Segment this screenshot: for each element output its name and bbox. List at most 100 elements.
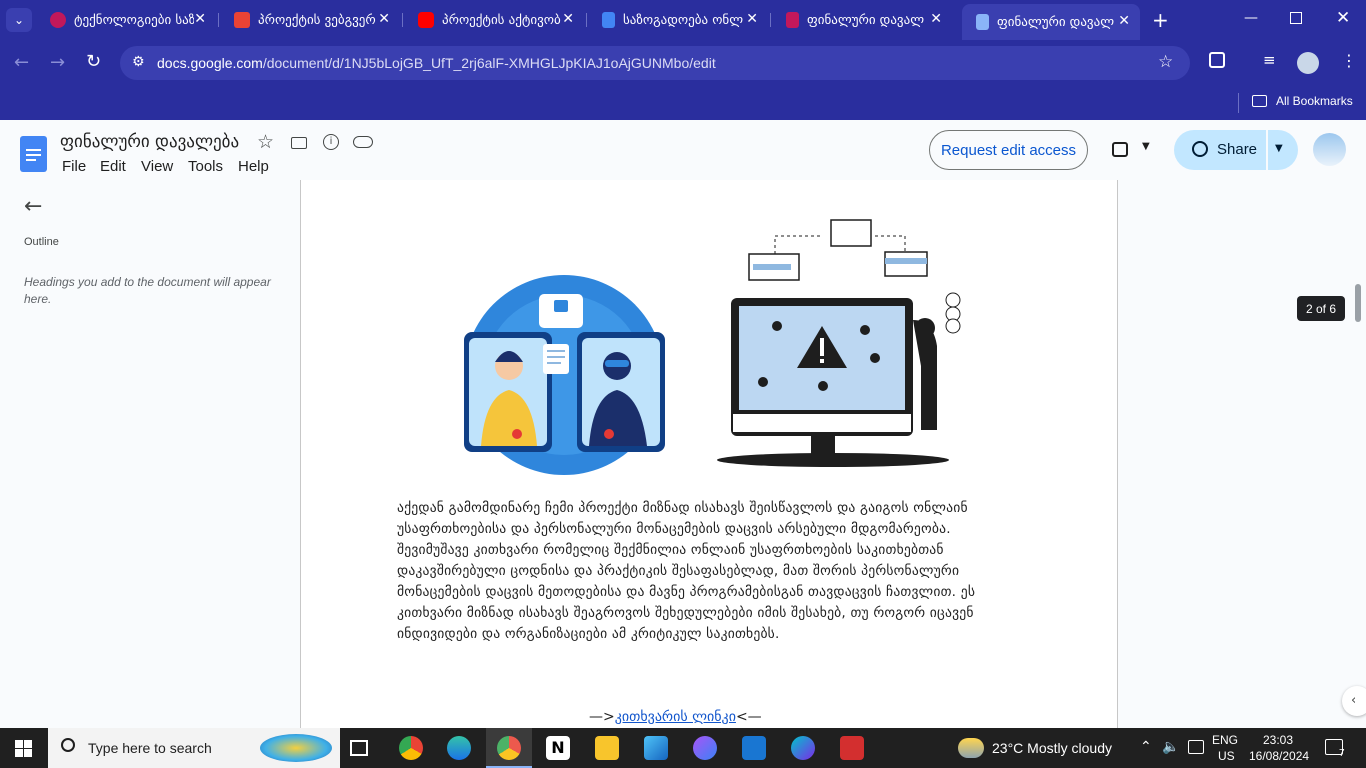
url-text: docs.google.com/document/d/1NJ5bLojGB_Uf… <box>157 55 716 71</box>
close-icon[interactable]: ✕ <box>378 11 390 27</box>
browser-tab-strip: ⌄ ტექნოლოგიები საზ ✕ პროექტის ვებგვერ ✕ … <box>0 0 1366 40</box>
document-title[interactable]: ფინალური დავალება <box>60 132 239 152</box>
browser-tab[interactable]: ფინალური დავალ ✕ <box>772 6 952 34</box>
docs-logo-icon[interactable] <box>20 136 47 172</box>
browser-toolbar: ← → ↻ ⚙ docs.google.com/document/d/1NJ5b… <box>0 40 1366 86</box>
close-window-button[interactable]: ✕ <box>1336 8 1350 28</box>
docs-icon <box>602 12 615 28</box>
site-info-icon[interactable]: ⚙ <box>132 54 145 70</box>
online-privacy-illustration <box>464 275 665 475</box>
messenger-icon[interactable] <box>693 736 717 760</box>
tab-title: პროექტის აქტივობ <box>442 12 561 28</box>
notification-count: 7 <box>1339 748 1345 759</box>
tab-title: პროექტის ვებგვერ <box>258 12 376 28</box>
folder-icon <box>1252 95 1267 107</box>
tab-title: საზოგადოება ონლა <box>623 12 743 28</box>
close-icon[interactable]: ✕ <box>746 11 758 27</box>
docs-icon <box>976 14 989 30</box>
menu-help[interactable]: Help <box>238 158 269 175</box>
chrome-icon[interactable] <box>399 736 423 760</box>
back-button[interactable]: ← <box>14 52 29 73</box>
notion-icon[interactable]: N <box>546 736 570 760</box>
active-app-highlight <box>486 728 532 768</box>
back-arrow-icon[interactable]: ← <box>24 194 42 219</box>
store-icon[interactable] <box>742 736 766 760</box>
browser-tab-active[interactable]: ფინალური დავალ ✕ <box>962 4 1140 40</box>
windows-start-icon[interactable] <box>15 740 32 757</box>
language-bottom[interactable]: US <box>1218 749 1235 763</box>
move-folder-icon[interactable] <box>291 137 307 149</box>
clock-date[interactable]: 16/08/2024 <box>1249 749 1309 763</box>
taskbar-search-box[interactable]: Type here to search <box>48 728 340 768</box>
scrollbar-thumb[interactable] <box>1355 284 1361 322</box>
menu-edit[interactable]: Edit <box>100 158 126 175</box>
link-prefix: —> <box>589 709 615 725</box>
language-top[interactable]: ENG <box>1212 733 1238 747</box>
browser-tab[interactable]: პროექტის აქტივობ ✕ <box>404 6 584 34</box>
menu-file[interactable]: File <box>62 158 86 175</box>
clock-time[interactable]: 23:03 <box>1263 733 1293 747</box>
reload-button[interactable]: ↻ <box>86 51 101 72</box>
task-view-icon[interactable] <box>350 740 368 756</box>
address-bar[interactable]: ⚙ docs.google.com/document/d/1NJ5bLojGB_… <box>120 46 1190 80</box>
url-path: /document/d/1NJ5bLojGB_UfT_2rj6alF-XMHGL… <box>262 55 716 71</box>
all-bookmarks-link[interactable]: All Bookmarks <box>1276 94 1353 108</box>
share-button[interactable]: Share ▼ <box>1174 130 1298 170</box>
canva-icon[interactable] <box>791 736 815 760</box>
close-icon[interactable]: ✕ <box>1118 13 1130 29</box>
questionnaire-link[interactable]: კითხვარის ლინკი <box>615 709 736 725</box>
close-icon[interactable]: ✕ <box>930 11 942 27</box>
outline-hint: Headings you add to the document will ap… <box>24 275 271 306</box>
network-icon[interactable] <box>1188 740 1204 754</box>
outline-panel: ← Outline Headings you add to the docume… <box>0 180 300 728</box>
chrome-menu-icon[interactable]: ⋮ <box>1341 51 1357 70</box>
docs-header: ფინალური დავალება ☆ i File Edit View Too… <box>0 120 1366 180</box>
new-tab-button[interactable]: + <box>1152 8 1169 32</box>
youtube-icon <box>418 12 434 28</box>
minimize-button[interactable]: — <box>1244 10 1258 26</box>
browser-tab[interactable]: საზოგადოება ონლა ✕ <box>588 6 768 34</box>
page-indicator: 2 of 6 <box>1297 296 1345 321</box>
globe-icon <box>1192 141 1208 157</box>
menu-view[interactable]: View <box>141 158 173 175</box>
restore-button[interactable] <box>1290 12 1302 24</box>
extensions-icon[interactable] <box>1209 52 1225 68</box>
volume-icon[interactable]: 🔈 <box>1162 738 1179 755</box>
close-icon[interactable]: ✕ <box>562 11 574 27</box>
browser-tab[interactable]: პროექტის ვებგვერ ✕ <box>220 6 400 34</box>
browser-tab[interactable]: ტექნოლოგიები საზ ✕ <box>36 6 216 34</box>
tab-search-button[interactable]: ⌄ <box>6 8 32 32</box>
menu-tools[interactable]: Tools <box>188 158 223 175</box>
questionnaire-link-line: —>კითხვარის ლინკი<— <box>589 709 762 725</box>
bookmarks-bar: All Bookmarks <box>0 86 1366 120</box>
video-camera-icon <box>1112 142 1128 157</box>
url-domain: docs.google.com <box>157 55 263 71</box>
forward-button[interactable]: → <box>50 52 65 73</box>
chevron-down-icon[interactable]: ▼ <box>1275 143 1283 154</box>
right-gutter <box>1118 180 1366 728</box>
bookmark-star-icon[interactable]: ☆ <box>1158 52 1173 72</box>
search-highlight-image <box>260 734 332 762</box>
profile-avatar[interactable] <box>1297 52 1319 74</box>
file-explorer-icon[interactable] <box>595 736 619 760</box>
share-divider <box>1266 130 1268 170</box>
show-hidden-icons[interactable]: ⌃ <box>1140 738 1152 755</box>
search-placeholder: Type here to search <box>88 740 212 756</box>
account-avatar[interactable] <box>1313 133 1346 166</box>
star-icon[interactable]: ☆ <box>257 131 274 153</box>
link-suffix: <— <box>735 709 762 725</box>
side-panel-toggle[interactable]: ‹ <box>1342 686 1366 716</box>
pdf-icon[interactable] <box>840 736 864 760</box>
close-icon[interactable]: ✕ <box>194 11 206 27</box>
request-edit-access-button[interactable]: Request edit access <box>929 130 1088 170</box>
info-icon[interactable]: i <box>323 134 339 150</box>
chevron-down-icon: ▼ <box>1142 141 1150 152</box>
cloud-status-icon[interactable] <box>353 136 373 148</box>
weather-text[interactable]: 23°C Mostly cloudy <box>992 740 1112 756</box>
photos-icon[interactable] <box>644 736 668 760</box>
document-page[interactable]: აქედან გამომდინარე ჩემი პროექტი მიზნად ი… <box>300 180 1118 728</box>
gmail-icon <box>234 12 250 28</box>
media-icon[interactable]: ≡ <box>1263 51 1276 69</box>
weather-icon[interactable] <box>958 738 984 758</box>
edge-icon[interactable] <box>447 736 471 760</box>
